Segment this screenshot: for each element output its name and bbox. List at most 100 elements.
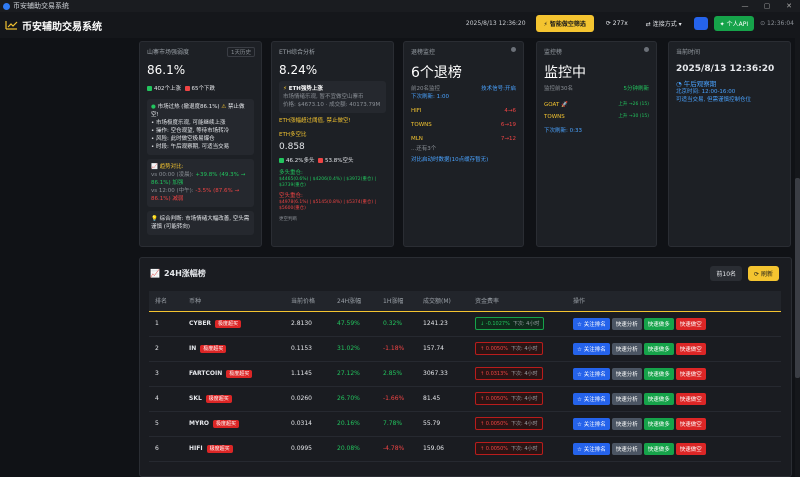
retreat-item[interactable]: MLN 7→12 xyxy=(411,135,516,143)
scrollbar-thumb[interactable] xyxy=(795,178,800,378)
follow-rank-label: 关注排名 xyxy=(583,421,606,428)
overbought-badge: 极度超买 xyxy=(200,345,227,353)
time-period: ◔ 午后观察期 xyxy=(676,80,717,88)
refresh-button[interactable]: ⟳ 刷新 xyxy=(748,266,779,281)
retreat-more: ...还有3个 xyxy=(411,146,437,152)
quick-short-button[interactable]: 快速做空 xyxy=(675,442,706,455)
quick-analysis-button[interactable]: 快速分析 xyxy=(611,342,642,355)
price-cell: 0.0995 xyxy=(285,436,331,462)
follow-rank-label: 关注排名 xyxy=(583,446,606,453)
change24-cell: 27.12% xyxy=(331,361,377,387)
change24-cell: 47.59% xyxy=(331,311,377,337)
gear-icon[interactable] xyxy=(511,47,516,52)
counter-value: 277x xyxy=(612,20,628,27)
follow-rank-label: 关注排名 xyxy=(583,321,606,328)
actions-cell: ☆ 关注排名 快速分析 快速做多 快速做空 xyxy=(567,311,781,337)
quick-short-button[interactable]: 快速做空 xyxy=(675,392,706,405)
quick-short-button[interactable]: 快速做空 xyxy=(675,367,706,380)
change24-cell: 26.70% xyxy=(331,386,377,412)
monitor-card-title: 监控榜 xyxy=(544,49,563,56)
settings-square-button[interactable] xyxy=(693,17,708,30)
smart-short-filter-button[interactable]: ⚡ 智能做空筛选 xyxy=(535,15,594,32)
volume-cell: 55.79 xyxy=(417,411,469,437)
change24-cell: 31.02% xyxy=(331,336,377,362)
alt-strength-percent: 86.1% xyxy=(147,63,186,77)
quick-long-button[interactable]: 快速做多 xyxy=(643,342,674,355)
warning-icon: ⚠ xyxy=(221,104,227,110)
monitor-item[interactable]: TOWNS 上升 →30 (15) xyxy=(544,113,649,121)
short-heavy-detail: $4978(6.1%) | $5145(0.8%) | $5374(重仓) | … xyxy=(279,200,377,211)
quick-long-button[interactable]: 快速做多 xyxy=(643,442,674,455)
quick-long-button[interactable]: 快速做多 xyxy=(643,367,674,380)
follow-rank-button[interactable]: ☆ 关注排名 xyxy=(573,342,610,355)
quick-analysis-button[interactable]: 快速分析 xyxy=(611,417,642,430)
quick-analysis-button[interactable]: 快速分析 xyxy=(611,392,642,405)
history-tag[interactable]: 1天历史 xyxy=(227,47,255,57)
retreat-monitor-card: 退榜监控 6个退榜 前20名监控 技术信号:开启 下次刷新: 1:00 HIFI 4… xyxy=(403,41,524,247)
time-period-text: 午后观察期 xyxy=(683,80,717,88)
retreat-item[interactable]: TOWNS 6→19 xyxy=(411,121,516,129)
table-row[interactable]: 3 FARTCOIN 极度超买 1.1145 27.12% 2.85% 3067.33 ↑ 0… xyxy=(149,361,781,387)
personal-api-button[interactable]: ✦ 个人API xyxy=(713,16,755,31)
volume-cell: 1241.23 xyxy=(417,311,469,337)
col-header: 操作 xyxy=(567,291,781,312)
quick-long-button[interactable]: 快速做多 xyxy=(643,317,674,330)
follow-rank-button[interactable]: ☆ 关注排名 xyxy=(573,392,610,405)
follow-rank-button[interactable]: ☆ 关注排名 xyxy=(573,417,610,430)
down-count: 65个下跌 xyxy=(191,86,216,92)
quick-short-button[interactable]: 快速做空 xyxy=(675,417,706,430)
alt-strength-card: 山寨市场强弱度 1天历史 86.1% 402个上涨 65个下跌 ● 市场过热 (… xyxy=(139,41,262,247)
monitor-item-val: 上升 →26 (15) xyxy=(618,102,649,107)
page-scrollbar[interactable] xyxy=(795,38,800,477)
quick-short-button[interactable]: 快速做空 xyxy=(675,317,706,330)
trend-title-text: 趋势对比: xyxy=(159,164,184,170)
trend-up-icon: 📈 xyxy=(150,268,160,278)
funding-badge: ↓ -0.1027% 下次: 4小时 xyxy=(475,317,545,330)
minimize-icon[interactable]: — xyxy=(734,0,756,12)
table-row[interactable]: 2 IN 极度超买 0.1153 31.02% -1.18% 157.74 ↑ 0.0050%… xyxy=(149,336,781,362)
quick-analysis-button[interactable]: 快速分析 xyxy=(611,442,642,455)
table-row[interactable]: 1 CYBER 极度超买 2.8130 47.59% 0.32% 1241.23 ↓ -0.1… xyxy=(149,311,781,337)
rank-cell: 6 xyxy=(149,436,183,462)
app-icon xyxy=(3,2,10,10)
follow-rank-button[interactable]: ☆ 关注排名 xyxy=(573,442,610,455)
quick-short-button[interactable]: 快速做空 xyxy=(675,342,706,355)
symbol-cell: SKL 极度超买 xyxy=(183,386,285,412)
change24-cell: 20.16% xyxy=(331,411,377,437)
table-row[interactable]: 6 HIFI 极度超买 0.0995 20.08% -4.78% 159.06 ↑ 0.005… xyxy=(149,436,781,462)
short-dot-icon xyxy=(317,158,323,163)
table-row[interactable]: 4 SKL 极度超买 0.0260 26.70% -1.66% 81.45 ↑ 0.0050%… xyxy=(149,386,781,412)
header-datetime: 2025/8/13 12:36:20 xyxy=(465,20,526,27)
retreat-item-val: 6→19 xyxy=(500,122,516,128)
volume-cell: 81.45 xyxy=(417,386,469,412)
maximize-icon[interactable]: ▢ xyxy=(756,0,778,12)
ranking-title: 24H涨幅榜 xyxy=(163,268,206,278)
retreat-item[interactable]: HIFI 4→6 xyxy=(411,107,516,115)
symbol-text: FARTCOIN xyxy=(189,370,223,377)
symbol-text: CYBER xyxy=(189,320,212,327)
quick-analysis-button[interactable]: 快速分析 xyxy=(611,367,642,380)
connect-mode-select[interactable]: ⇄ 连接方式 ▾ xyxy=(640,19,688,28)
close-icon[interactable]: ✕ xyxy=(778,0,800,12)
long-heavy-title: 多头重仓: xyxy=(279,170,303,176)
quick-long-button[interactable]: 快速做多 xyxy=(643,417,674,430)
long-dot-icon xyxy=(279,158,284,163)
symbol-text: MYRO xyxy=(189,420,210,427)
follow-rank-button[interactable]: ☆ 关注排名 xyxy=(573,317,610,330)
quick-long-button[interactable]: 快速做多 xyxy=(643,392,674,405)
symbol-cell: HIFI 极度超买 xyxy=(183,436,285,462)
table-row[interactable]: 5 MYRO 极度超买 0.0314 20.16% 7.78% 55.79 ↑ 0.0050%… xyxy=(149,411,781,437)
smart-short-filter-label: 智能做空筛选 xyxy=(549,21,586,28)
eth-analysis-card: ETH综合分析 8.24% ⚡ ETH强势上涨 市场情绪乐观, 暂不宜做空山寨币… xyxy=(271,41,394,247)
monitor-item-val: 上升 →30 (15) xyxy=(618,114,649,119)
follow-rank-button[interactable]: ☆ 关注排名 xyxy=(573,367,610,380)
retreat-sub-row: 前20名监控 技术信号:开启 xyxy=(411,85,516,93)
rank-cell: 4 xyxy=(149,386,183,412)
monitor-status: 监控中 xyxy=(544,65,586,81)
col-header: 排名 xyxy=(149,291,183,312)
gear-icon[interactable] xyxy=(644,47,649,52)
top10-button[interactable]: 前10名 xyxy=(710,266,743,281)
personal-api-label: 个人API xyxy=(726,21,749,28)
quick-analysis-button[interactable]: 快速分析 xyxy=(611,317,642,330)
monitor-item[interactable]: GOAT 🚀 上升 →26 (15) xyxy=(544,101,649,109)
